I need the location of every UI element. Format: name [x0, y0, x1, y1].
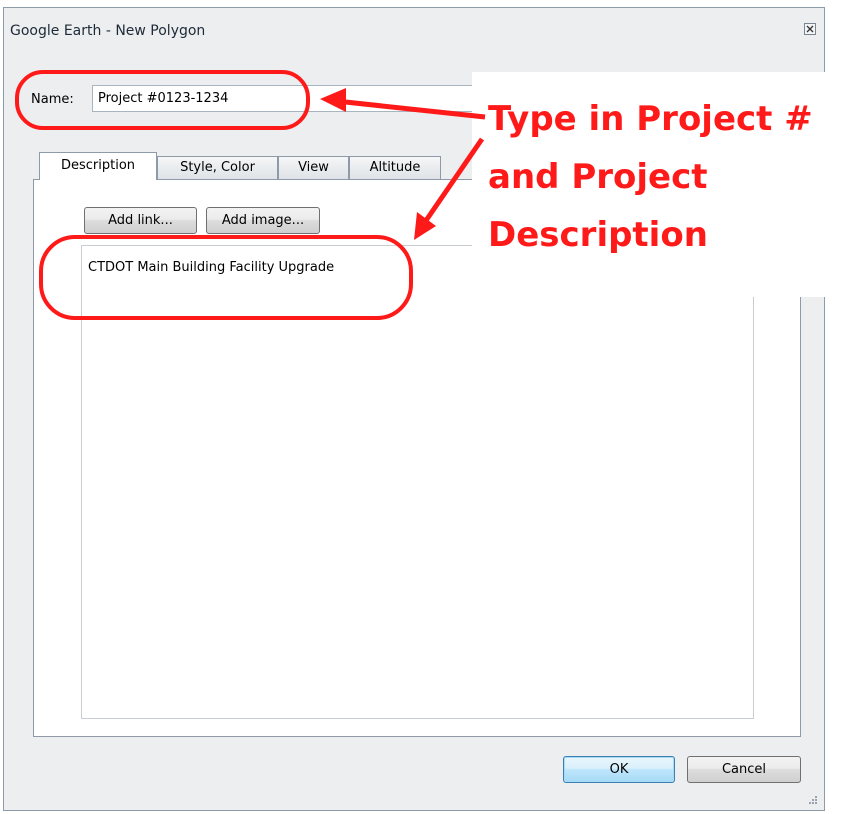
tab-description[interactable]: Description — [39, 152, 157, 180]
tab-view[interactable]: View — [278, 156, 349, 180]
window-title: Google Earth - New Polygon — [10, 23, 206, 39]
description-text: CTDOT Main Building Facility Upgrade — [88, 260, 335, 275]
title-bar[interactable]: Google Earth - New Polygon — [4, 8, 824, 52]
tab-style-color[interactable]: Style, Color — [157, 156, 278, 180]
add-link-button[interactable]: Add link... — [84, 207, 197, 234]
annotation-line-1: Type in Project # — [488, 99, 813, 139]
add-image-button[interactable]: Add image... — [206, 207, 320, 234]
annotation-line-2: and Project — [488, 157, 708, 197]
close-icon — [806, 25, 814, 33]
description-textarea[interactable]: CTDOT Main Building Facility Upgrade — [81, 245, 754, 719]
name-input[interactable] — [92, 85, 478, 112]
cancel-button[interactable]: Cancel — [687, 756, 801, 783]
ok-button[interactable]: OK — [563, 756, 675, 783]
resize-grip-icon[interactable] — [808, 795, 818, 805]
tab-altitude[interactable]: Altitude — [349, 156, 441, 180]
name-label: Name: — [31, 92, 74, 107]
close-button[interactable] — [804, 23, 816, 35]
annotation-line-3: Description — [488, 215, 708, 255]
